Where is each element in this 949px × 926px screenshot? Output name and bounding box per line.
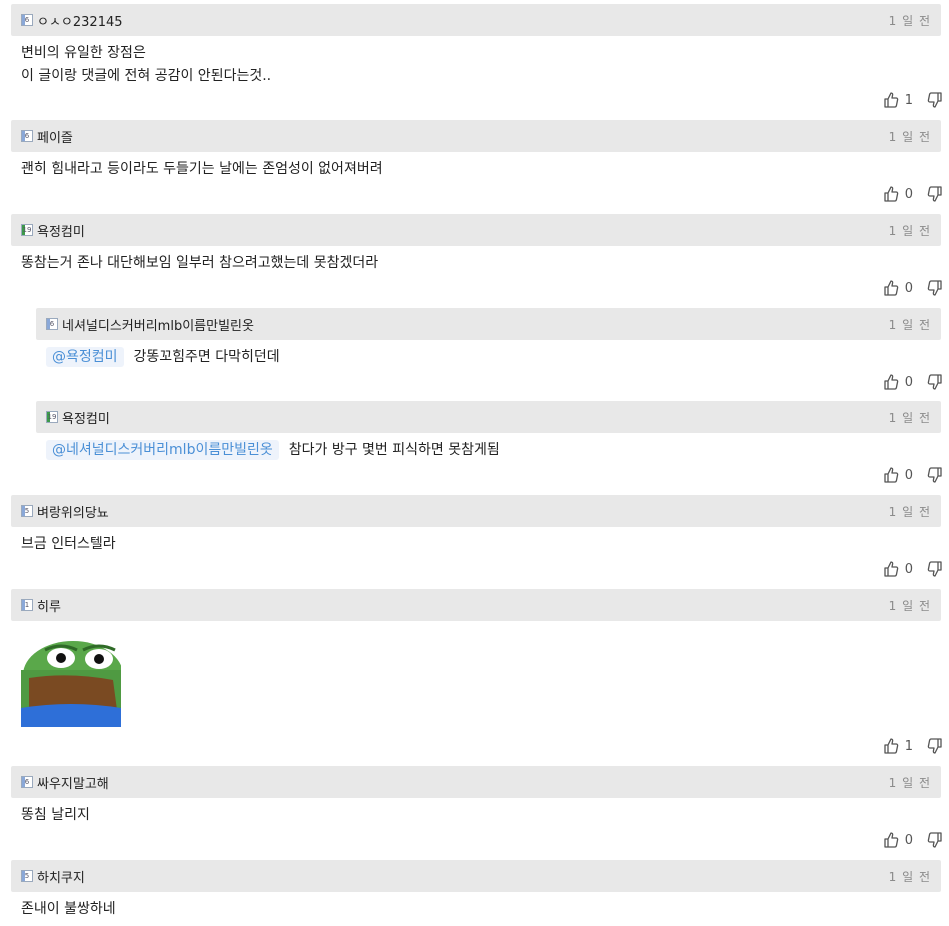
thumbs-up-icon[interactable] [883, 738, 899, 754]
thumbs-up-icon[interactable] [883, 186, 899, 202]
like-count: 0 [904, 374, 913, 390]
comment-time: 1 일 전 [888, 598, 931, 613]
comment-time: 1 일 전 [888, 504, 931, 519]
comment-line: 강똥꼬힘주면 다막히던데 [133, 349, 280, 365]
comment-header: 5 하치쿠지 1 일 전 [11, 860, 941, 892]
comment-text: 존내이 불쌍하네 [11, 892, 941, 921]
thumbs-up-icon[interactable] [883, 280, 899, 296]
level-badge-icon: 6 [21, 14, 33, 26]
vote-bar: 1 [883, 738, 943, 754]
level-badge-icon: 5 [21, 505, 33, 517]
comment-header: 6 싸우지말고해 1 일 전 [11, 766, 941, 798]
comment-header: 6 ㅇㅅㅇ232145 1 일 전 [11, 4, 941, 36]
comment-time: 1 일 전 [888, 13, 931, 28]
comment-text: @욕정컴미 강똥꼬힘주면 다막히던데 [36, 340, 941, 369]
thumbs-down-icon[interactable] [927, 738, 943, 754]
comment-author[interactable]: 벼랑위의당뇨 [37, 502, 109, 521]
thumbs-up-icon[interactable] [883, 832, 899, 848]
comment-text: 브금 인터스텔라 [11, 527, 941, 556]
comment-author[interactable]: 욕정컴미 [62, 408, 110, 427]
comment-text: 똥침 날리지 [11, 798, 941, 827]
comment-item: 1 히루 1 일 전 [11, 589, 941, 727]
comment-item: 5 벼랑위의당뇨 1 일 전 브금 인터스텔라 [11, 495, 941, 556]
comment-header: 1 히루 1 일 전 [11, 589, 941, 621]
vote-bar: 0 [883, 832, 943, 848]
comment-line: 이 글이랑 댓글에 전혀 공감이 안된다는것.. [21, 68, 272, 84]
thumbs-down-icon[interactable] [927, 561, 943, 577]
comment-line: 변비의 유일한 장점은 [21, 45, 146, 61]
thumbs-down-icon[interactable] [927, 832, 943, 848]
vote-bar: 0 [883, 467, 943, 483]
comment-list: 6 ㅇㅅㅇ232145 1 일 전 변비의 유일한 장점은 이 글이랑 댓글에 … [0, 0, 949, 926]
level-badge-icon: 6 [21, 776, 33, 788]
comment-item: 6 ㅇㅅㅇ232145 1 일 전 변비의 유일한 장점은 이 글이랑 댓글에 … [11, 4, 941, 88]
comment-author[interactable]: 히루 [37, 596, 61, 615]
comment-item: 5 하치쿠지 1 일 전 존내이 불쌍하네 [11, 860, 941, 921]
like-count: 1 [904, 738, 913, 754]
thumbs-down-icon[interactable] [927, 467, 943, 483]
level-badge-icon: 6 [46, 318, 58, 330]
vote-bar: 0 [883, 186, 943, 202]
thumbs-up-icon[interactable] [883, 467, 899, 483]
vote-bar: 1 [883, 92, 943, 108]
thumbs-down-icon[interactable] [927, 92, 943, 108]
comment-line: 괜히 힘내라고 등이라도 두들기는 날에는 존엄성이 없어져버려 [21, 161, 383, 177]
thumbs-up-icon[interactable] [883, 561, 899, 577]
comment-item: 19 욕정컴미 1 일 전 똥참는거 존나 대단해보임 일부러 참으려고했는데 … [11, 214, 941, 275]
comment-text: @네셔널디스커버리mlb이름만빌린옷 참다가 방구 몇번 피식하면 못참게됨 [36, 433, 941, 462]
like-count: 0 [904, 832, 913, 848]
mention-tag[interactable]: @네셔널디스커버리mlb이름만빌린옷 [46, 440, 279, 460]
comment-line: 참다가 방구 몇번 피식하면 못참게됨 [288, 442, 500, 458]
comment-header: 5 벼랑위의당뇨 1 일 전 [11, 495, 941, 527]
comment-author[interactable]: 네셔널디스커버리mlb이름만빌린옷 [62, 315, 254, 334]
comment-time: 1 일 전 [888, 410, 931, 425]
comment-line: 존내이 불쌍하네 [21, 901, 116, 917]
thumbs-down-icon[interactable] [927, 280, 943, 296]
like-count: 0 [904, 280, 913, 296]
comment-line: 똥참는거 존나 대단해보임 일부러 참으려고했는데 못참겠더라 [21, 255, 379, 271]
comment-header: 19 욕정컴미 1 일 전 [36, 401, 941, 433]
like-count: 0 [904, 561, 913, 577]
comment-time: 1 일 전 [888, 223, 931, 238]
comment-header: 6 페이즐 1 일 전 [11, 120, 941, 152]
like-count: 0 [904, 186, 913, 202]
comment-author[interactable]: 욕정컴미 [37, 221, 85, 240]
pepe-emoticon-image[interactable] [21, 630, 121, 727]
like-count: 1 [904, 92, 913, 108]
comment-header: 6 네셔널디스커버리mlb이름만빌린옷 1 일 전 [36, 308, 941, 340]
comment-text: 변비의 유일한 장점은 이 글이랑 댓글에 전혀 공감이 안된다는것.. [11, 36, 941, 88]
thumbs-up-icon[interactable] [883, 374, 899, 390]
reply-item: 6 네셔널디스커버리mlb이름만빌린옷 1 일 전 @욕정컴미 강똥꼬힘주면 다막… [36, 308, 941, 369]
level-badge-icon: 19 [46, 411, 58, 423]
vote-bar: 0 [883, 561, 943, 577]
comment-time: 1 일 전 [888, 129, 931, 144]
reply-item: 19 욕정컴미 1 일 전 @네셔널디스커버리mlb이름만빌린옷 참다가 방구 몇… [36, 401, 941, 462]
thumbs-down-icon[interactable] [927, 186, 943, 202]
comment-time: 1 일 전 [888, 869, 931, 884]
level-badge-icon: 19 [21, 224, 33, 236]
comment-header: 19 욕정컴미 1 일 전 [11, 214, 941, 246]
level-badge-icon: 6 [21, 130, 33, 142]
like-count: 0 [904, 467, 913, 483]
comment-text: 똥참는거 존나 대단해보임 일부러 참으려고했는데 못참겠더라 [11, 246, 941, 275]
comment-line: 브금 인터스텔라 [21, 536, 116, 552]
comment-time: 1 일 전 [888, 775, 931, 790]
thumbs-up-icon[interactable] [883, 92, 899, 108]
mention-tag[interactable]: @욕정컴미 [46, 347, 124, 367]
comment-line: 똥침 날리지 [21, 807, 90, 823]
vote-bar: 0 [883, 374, 943, 390]
comment-item: 6 싸우지말고해 1 일 전 똥침 날리지 [11, 766, 941, 827]
comment-author[interactable]: ㅇㅅㅇ232145 [37, 11, 123, 30]
comment-author[interactable]: 싸우지말고해 [37, 773, 109, 792]
vote-bar: 0 [883, 280, 943, 296]
comment-time: 1 일 전 [888, 317, 931, 332]
comment-text: 괜히 힘내라고 등이라도 두들기는 날에는 존엄성이 없어져버려 [11, 152, 941, 181]
comment-author[interactable]: 페이즐 [37, 127, 73, 146]
level-badge-icon: 1 [21, 599, 33, 611]
comment-text [11, 621, 941, 727]
level-badge-icon: 5 [21, 870, 33, 882]
thumbs-down-icon[interactable] [927, 374, 943, 390]
comment-author[interactable]: 하치쿠지 [37, 867, 85, 886]
comment-item: 6 페이즐 1 일 전 괜히 힘내라고 등이라도 두들기는 날에는 존엄성이 없… [11, 120, 941, 181]
